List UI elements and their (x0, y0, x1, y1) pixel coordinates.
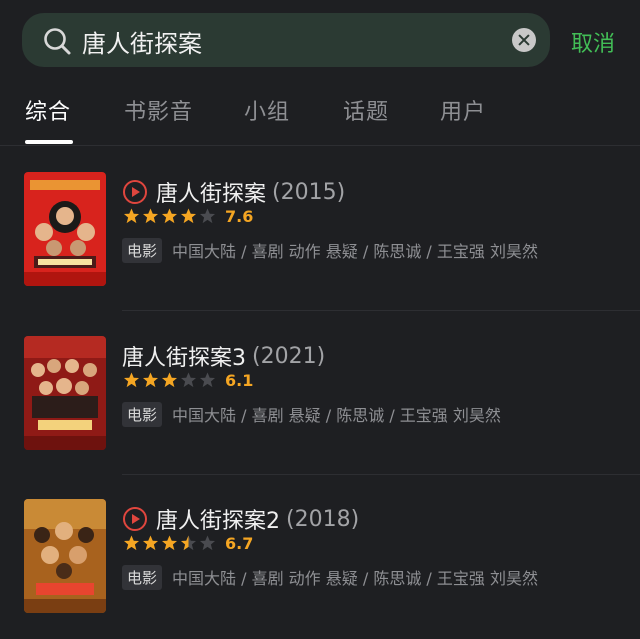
movie-meta: 中国大陆 / 喜剧 动作 悬疑 / 陈思诚 / 王宝强 刘昊然 (172, 242, 538, 261)
star-empty-icon (200, 535, 215, 551)
result-divider (122, 474, 640, 475)
star-full-icon (162, 372, 177, 388)
meta-row: 电影 中国大陆 / 喜剧 悬疑 / 陈思诚 / 王宝强 刘昊然 (122, 401, 501, 427)
rating-row: 6.7 (122, 531, 253, 555)
star-full-icon (162, 535, 177, 551)
tab-bar: 综合 书影音 小组 话题 用户 (0, 94, 640, 146)
result-item[interactable]: 唐人街探案2 (2018) 6.7 电影 中国大陆 / 喜剧 动作 悬疑 / 陈… (0, 499, 640, 639)
cancel-button[interactable]: 取消 (571, 26, 615, 58)
search-icon (44, 28, 71, 55)
active-tab-indicator (25, 140, 73, 144)
rating-row: 7.6 (122, 204, 253, 228)
star-full-icon (124, 535, 139, 551)
play-icon[interactable] (122, 506, 148, 532)
category-badge: 电影 (122, 237, 163, 263)
tab-comprehensive[interactable]: 综合 (25, 94, 71, 126)
search-input[interactable] (80, 21, 504, 61)
star-half-icon (181, 535, 196, 551)
tab-topics[interactable]: 话题 (343, 94, 389, 126)
movie-poster[interactable] (24, 336, 106, 450)
star-full-icon (124, 208, 139, 224)
tab-books-movies-music[interactable]: 书影音 (124, 94, 193, 126)
clear-search-icon[interactable] (512, 28, 536, 52)
rating-score: 7.6 (225, 206, 254, 226)
star-rating (122, 207, 217, 225)
rating-score: 6.7 (225, 533, 254, 553)
star-full-icon (143, 372, 158, 388)
movie-meta: 中国大陆 / 喜剧 悬疑 / 陈思诚 / 王宝强 刘昊然 (172, 406, 501, 425)
star-rating (122, 534, 217, 552)
movie-year: (2018) (286, 506, 360, 532)
movie-poster[interactable] (24, 499, 106, 613)
rating-row: 6.1 (122, 368, 253, 392)
tabs-divider (0, 145, 640, 146)
category-badge: 电影 (122, 564, 163, 590)
tab-groups[interactable]: 小组 (244, 94, 290, 126)
star-full-icon (143, 208, 158, 224)
star-full-icon (124, 372, 139, 388)
category-badge: 电影 (122, 401, 163, 427)
movie-meta: 中国大陆 / 喜剧 动作 悬疑 / 陈思诚 / 王宝强 刘昊然 (172, 569, 538, 588)
star-full-icon (162, 208, 177, 224)
meta-row: 电影 中国大陆 / 喜剧 动作 悬疑 / 陈思诚 / 王宝强 刘昊然 (122, 564, 538, 590)
movie-year: (2021) (252, 343, 326, 369)
star-full-icon (143, 535, 158, 551)
rating-score: 6.1 (225, 370, 254, 390)
meta-row: 电影 中国大陆 / 喜剧 动作 悬疑 / 陈思诚 / 王宝强 刘昊然 (122, 237, 538, 263)
result-divider (122, 310, 640, 311)
star-empty-icon (200, 208, 215, 224)
movie-year: (2015) (272, 179, 346, 205)
star-rating (122, 371, 217, 389)
result-item[interactable]: 唐人街探案 (2015) 7.6 电影 中国大陆 / 喜剧 动作 悬疑 / 陈思… (0, 172, 640, 312)
star-full-icon (181, 208, 196, 224)
star-empty-icon (200, 372, 215, 388)
play-icon[interactable] (122, 179, 148, 205)
star-empty-icon (181, 372, 196, 388)
result-item[interactable]: 唐人街探案3 (2021) 6.1 电影 中国大陆 / 喜剧 悬疑 / 陈思诚 … (0, 336, 640, 476)
movie-poster[interactable] (24, 172, 106, 286)
search-bar[interactable] (22, 13, 550, 67)
tab-users[interactable]: 用户 (440, 94, 486, 126)
